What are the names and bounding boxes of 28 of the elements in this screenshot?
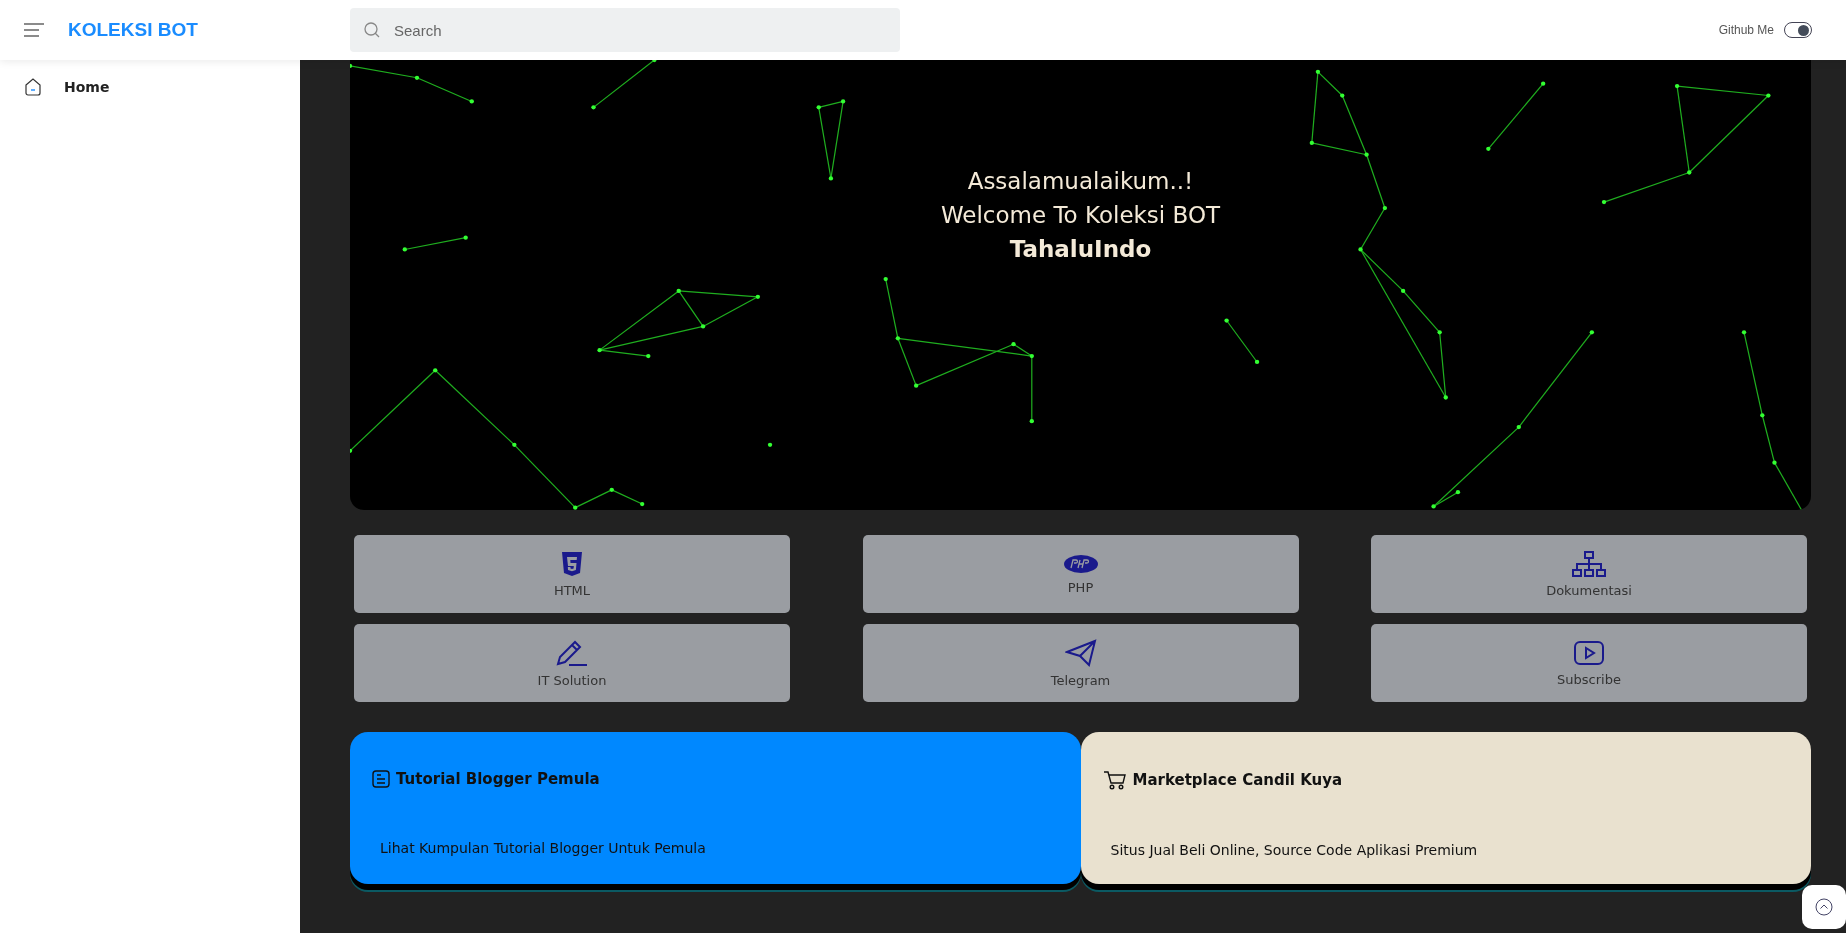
shortcut-button[interactable]: Subscribe xyxy=(1371,624,1807,702)
card-description: Situs Jual Beli Online, Source Code Aplikasi Premium xyxy=(1110,842,1479,858)
shortcut-button[interactable]: HTML xyxy=(354,535,790,613)
cart-icon xyxy=(1102,770,1127,790)
play-icon xyxy=(1573,639,1605,666)
hero-text: Assalamualaikum..! xyxy=(967,167,1194,196)
search-field[interactable]: Search xyxy=(350,8,900,52)
shortcut-button[interactable]: Dokumentasi xyxy=(1371,535,1807,613)
card-title: Tutorial Blogger Pemula xyxy=(396,770,600,788)
blog-icon xyxy=(372,770,390,788)
hero-text: TahaluIndo xyxy=(1009,235,1152,264)
shortcut-button[interactable]: Telegram xyxy=(862,624,1299,702)
card-title: Marketplace Candil Kuya xyxy=(1132,771,1343,789)
html5-icon xyxy=(561,550,583,577)
sitemap-icon xyxy=(1572,550,1606,577)
pencil-icon xyxy=(555,638,589,667)
shortcut-button[interactable]: PHP xyxy=(862,535,1299,613)
menu-icon[interactable] xyxy=(24,23,46,37)
scroll-top-button[interactable] xyxy=(1802,885,1846,929)
sidebar-item[interactable]: Home xyxy=(0,74,300,100)
github-label: Github Me xyxy=(1718,23,1774,37)
paper-plane-icon xyxy=(1064,638,1097,667)
php-icon xyxy=(1062,553,1099,574)
site-logo[interactable]: KOLEKSI BOT xyxy=(68,19,198,41)
card-description: Lihat Kumpulan Tutorial Blogger Untuk Pemula xyxy=(380,840,707,856)
shortcut-button[interactable]: IT Solution xyxy=(354,624,790,702)
home-icon xyxy=(24,78,42,96)
hero-text: Welcome To Koleksi BOT xyxy=(940,201,1221,230)
